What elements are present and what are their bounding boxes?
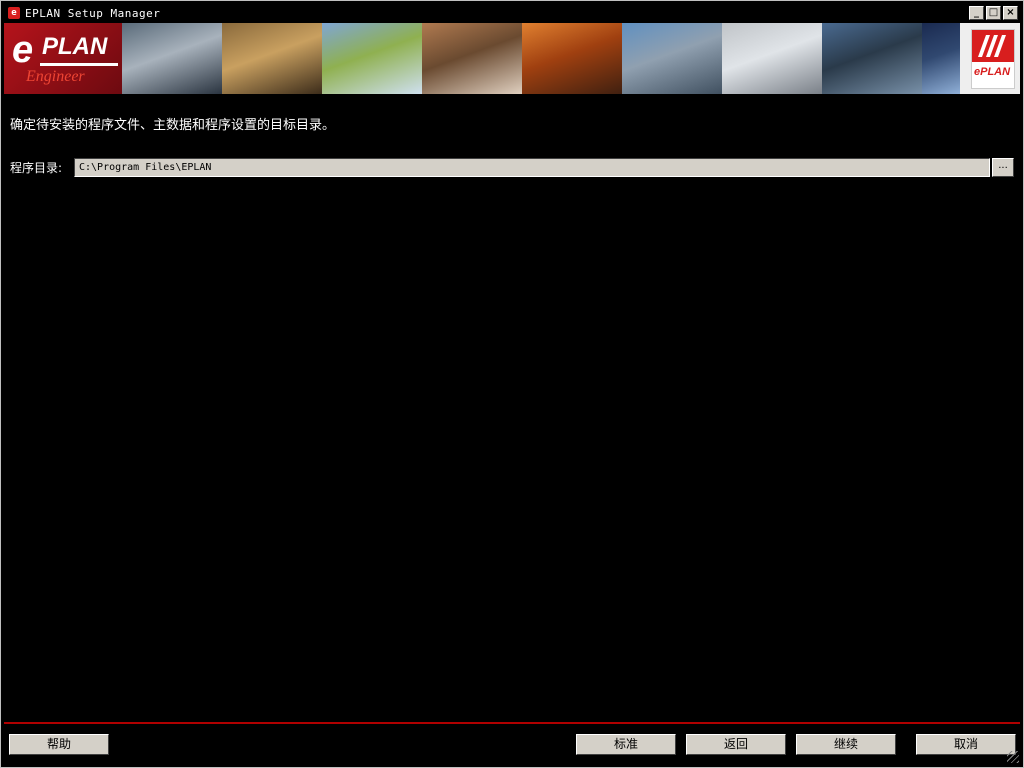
banner-photo-substation [822, 23, 922, 94]
banner-photo-car-factory [122, 23, 222, 94]
back-button[interactable]: 返回 [686, 734, 786, 755]
eplan-app-icon: e [8, 7, 20, 19]
setup-manager-window: e EPLAN Setup Manager _ □ × e PLAN Engin… [0, 0, 1024, 768]
logo-engineer-text: Engineer [26, 68, 85, 85]
banner-photo-warehouse [222, 23, 322, 94]
minimize-button[interactable]: _ [969, 6, 984, 20]
eplan-brand-logo: ePLAN [960, 23, 1020, 94]
logo-underline [40, 63, 118, 66]
program-directory-input[interactable]: C:\Program Files\EPLAN [74, 158, 990, 177]
eplan-engineer-logo: e PLAN Engineer [4, 23, 122, 94]
window-title: EPLAN Setup Manager [25, 7, 161, 20]
logo-e-letter: e [12, 29, 34, 71]
title-bar[interactable]: e EPLAN Setup Manager _ □ × [4, 4, 1020, 23]
brand-stripes-icon [972, 30, 1014, 62]
banner-photo-solar-panels [922, 23, 960, 94]
banner-photo-machine [422, 23, 522, 94]
banner-photo-refinery [622, 23, 722, 94]
browse-button[interactable]: ... [992, 158, 1014, 177]
maximize-button[interactable]: □ [986, 6, 1001, 20]
help-button[interactable]: 帮助 [9, 734, 109, 755]
program-directory-label: 程序目录: [10, 161, 63, 175]
banner-photo-oil-pumps [522, 23, 622, 94]
brand-text: ePLAN [974, 66, 1011, 78]
standard-button[interactable]: 标准 [576, 734, 676, 755]
header-banner: e PLAN Engineer ePLAN [4, 23, 1020, 94]
close-button[interactable]: × [1003, 6, 1018, 20]
logo-plan-text: PLAN [42, 33, 108, 60]
resize-grip-icon[interactable] [1007, 751, 1019, 763]
brand-badge: ePLAN [971, 29, 1015, 89]
instruction-text: 确定待安装的程序文件、主数据和程序设置的目标目录。 [10, 118, 336, 133]
cancel-button[interactable]: 取消 [916, 734, 1016, 755]
continue-button[interactable]: 继续 [796, 734, 896, 755]
banner-photo-assembly-line [722, 23, 822, 94]
banner-photo-wind-turbines [322, 23, 422, 94]
